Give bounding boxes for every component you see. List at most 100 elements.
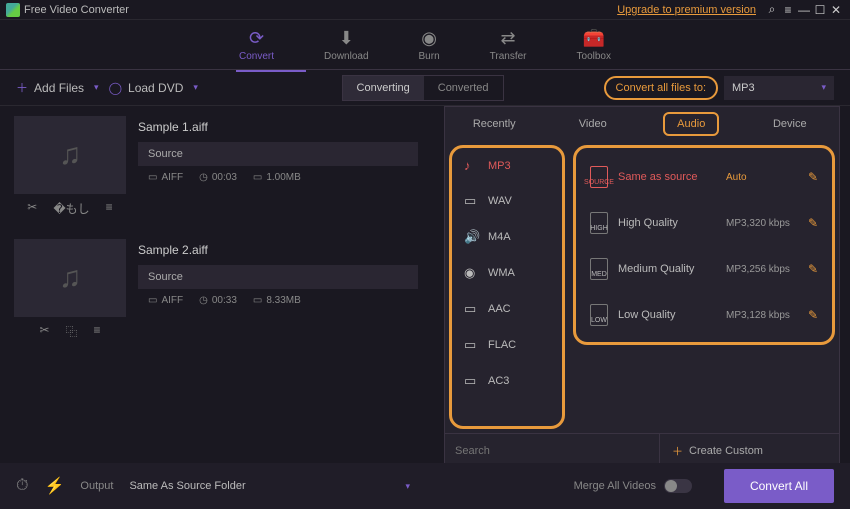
clock-icon: ◷ xyxy=(199,172,208,183)
flyout-tabs: Recently Video Audio Device xyxy=(445,107,839,141)
format-wav[interactable]: ▭WAV xyxy=(452,183,562,219)
tab-converted[interactable]: Converted xyxy=(424,76,503,100)
file-duration: ◷00:33 xyxy=(199,295,237,306)
edit-icon[interactable]: ✎ xyxy=(808,216,818,230)
format-mp3[interactable]: ♪MP3 xyxy=(452,148,562,183)
file-format: ▭AIFF xyxy=(148,295,183,306)
output-path[interactable]: Same As Source Folder xyxy=(129,480,389,492)
nav-transfer[interactable]: ⇄ Transfer xyxy=(490,28,527,62)
toolbox-icon: 🧰 xyxy=(583,28,605,49)
edit-icon[interactable]: ✎ xyxy=(808,308,818,322)
crop-icon[interactable]: �もし xyxy=(53,200,89,217)
doc-icon: ▭ xyxy=(148,172,157,183)
tab-video[interactable]: Video xyxy=(544,107,643,141)
convert-icon: ⟳ xyxy=(249,28,264,49)
status-tabs: Converting Converted xyxy=(342,75,504,101)
crop-icon[interactable]: ⿻ xyxy=(66,323,78,340)
disc-icon: ◯ xyxy=(109,81,122,95)
format-flac[interactable]: ▭FLAC xyxy=(452,327,562,363)
output-label: Output xyxy=(80,480,113,492)
nav-download[interactable]: ⬇ Download xyxy=(324,28,368,62)
transfer-icon: ⇄ xyxy=(501,28,516,49)
settings-icon[interactable]: ⌕ xyxy=(764,2,780,17)
cut-icon[interactable]: ✂ xyxy=(27,200,37,217)
quality-high[interactable]: HIGH High Quality MP3,320 kbps ✎ xyxy=(576,200,832,246)
content: ♫ ✂ �もし ≡ Sample 1.aiff Source ▭AIFF ◷00… xyxy=(0,106,850,461)
file-icon: ▭ xyxy=(464,193,478,209)
cut-icon[interactable]: ✂ xyxy=(39,323,49,340)
high-badge-icon: HIGH xyxy=(590,212,608,234)
close-icon[interactable]: ✕ xyxy=(828,3,844,17)
footer: ⏱ ⚡ Output Same As Source Folder ▾ Merge… xyxy=(0,463,850,509)
edit-icon[interactable]: ✎ xyxy=(808,262,818,276)
app-logo xyxy=(6,3,20,17)
burn-icon: ◉ xyxy=(421,28,437,49)
toolbar: ＋ Add Files ▾ ◯ Load DVD ▾ Converting Co… xyxy=(0,70,850,106)
quality-low[interactable]: LOW Low Quality MP3,128 kbps ✎ xyxy=(576,292,832,338)
format-wma[interactable]: ◉WMA xyxy=(452,255,562,291)
quality-medium[interactable]: MED Medium Quality MP3,256 kbps ✎ xyxy=(576,246,832,292)
nav-convert[interactable]: ⟳ Convert xyxy=(239,28,274,62)
file-thumbnail[interactable]: ♫ xyxy=(14,116,126,194)
adjust-icon[interactable]: ≡ xyxy=(94,323,101,340)
add-files-button[interactable]: ＋ Add Files ▾ xyxy=(16,79,99,96)
ac3-icon: ▭ xyxy=(464,373,478,389)
output-format-select[interactable]: MP3 ▾ xyxy=(724,76,834,100)
bolt-icon[interactable]: ⚡ xyxy=(44,476,64,496)
nav-underline xyxy=(236,70,306,72)
plus-icon: ＋ xyxy=(672,443,683,459)
tab-recently[interactable]: Recently xyxy=(445,107,544,141)
merge-toggle[interactable] xyxy=(664,479,692,493)
tab-audio[interactable]: Audio xyxy=(642,107,741,141)
convert-all-button[interactable]: Convert All xyxy=(724,469,834,503)
edit-icon[interactable]: ✎ xyxy=(808,170,818,184)
flac-icon: ▭ xyxy=(464,337,478,353)
download-icon: ⬇ xyxy=(339,28,354,49)
tab-device[interactable]: Device xyxy=(741,107,840,141)
doc-icon: ▭ xyxy=(148,295,157,306)
folder-icon: ▭ xyxy=(253,295,262,306)
windows-icon: ◉ xyxy=(464,265,478,281)
source-label: Source xyxy=(138,265,418,289)
nav-toolbox[interactable]: 🧰 Toolbox xyxy=(577,28,611,62)
chevron-down-icon: ▾ xyxy=(94,82,99,93)
upgrade-link[interactable]: Upgrade to premium version xyxy=(617,4,756,16)
source-badge-icon: SOURCE xyxy=(590,166,608,188)
medium-badge-icon: MED xyxy=(590,258,608,280)
convert-all-label: Convert all files to: xyxy=(604,76,718,100)
chevron-down-icon[interactable]: ▾ xyxy=(405,481,410,492)
folder-icon: ▭ xyxy=(253,172,262,183)
file-duration: ◷00:03 xyxy=(199,172,237,183)
file-format: ▭AIFF xyxy=(148,172,183,183)
file-size: ▭1.00MB xyxy=(253,172,301,183)
maximize-icon[interactable]: ☐ xyxy=(812,3,828,17)
load-dvd-button[interactable]: ◯ Load DVD ▾ xyxy=(109,81,198,95)
format-list: ♪MP3 ▭WAV 🔊M4A ◉WMA ▭AAC ▭FLAC ▭AC3 xyxy=(449,145,565,429)
source-label: Source xyxy=(138,142,418,166)
merge-all-videos: Merge All Videos xyxy=(574,479,692,493)
file-size: ▭8.33MB xyxy=(253,295,301,306)
plus-icon: ＋ xyxy=(16,79,28,96)
chevron-down-icon: ▾ xyxy=(821,82,826,93)
menu-icon[interactable]: ≡ xyxy=(780,3,796,17)
quality-list: SOURCE Same as source Auto ✎ HIGH High Q… xyxy=(573,145,835,345)
clock-icon: ◷ xyxy=(199,295,208,306)
format-m4a[interactable]: 🔊M4A xyxy=(452,219,562,255)
format-aac[interactable]: ▭AAC xyxy=(452,291,562,327)
app-title: Free Video Converter xyxy=(24,4,617,16)
quality-same-as-source[interactable]: SOURCE Same as source Auto ✎ xyxy=(576,154,832,200)
nav-burn[interactable]: ◉ Burn xyxy=(419,28,440,62)
tab-converting[interactable]: Converting xyxy=(343,76,424,100)
top-nav: ⟳ Convert ⬇ Download ◉ Burn ⇄ Transfer 🧰… xyxy=(0,20,850,70)
low-badge-icon: LOW xyxy=(590,304,608,326)
music-icon: ♪ xyxy=(464,158,478,173)
file-thumbnail[interactable]: ♫ xyxy=(14,239,126,317)
flyout-footer: ＋ Create Custom xyxy=(445,433,839,467)
aac-icon: ▭ xyxy=(464,301,478,317)
adjust-icon[interactable]: ≡ xyxy=(106,200,113,217)
clock-icon[interactable]: ⏱ xyxy=(16,477,28,495)
format-ac3[interactable]: ▭AC3 xyxy=(452,363,562,399)
chevron-down-icon: ▾ xyxy=(193,82,198,93)
format-flyout: Recently Video Audio Device ♪MP3 ▭WAV 🔊M… xyxy=(444,106,840,468)
minimize-icon[interactable]: — xyxy=(796,3,812,17)
